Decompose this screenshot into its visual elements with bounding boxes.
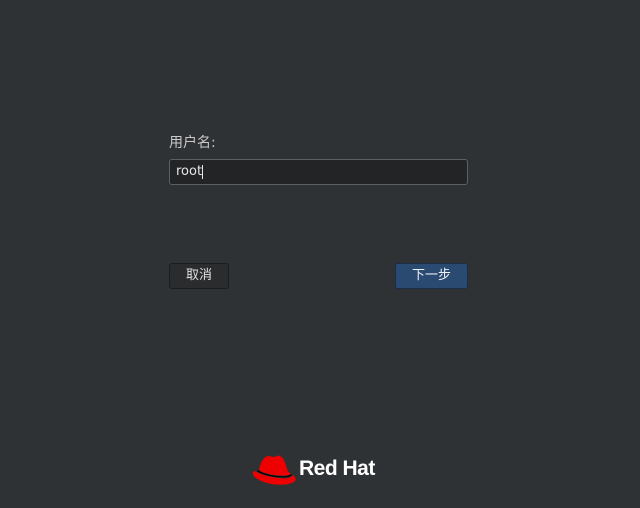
username-label: 用户名: [169,135,216,151]
action-buttons: 取消 下一步 [169,263,468,289]
brand-name: Red Hat [299,457,375,480]
text-cursor [202,164,204,179]
redhat-fedora-icon [252,455,296,485]
username-text: root [176,164,203,179]
redhat-branding: Red Hat [251,452,391,492]
username-value: root [176,160,204,184]
next-button[interactable]: 下一步 [395,263,468,289]
username-input[interactable]: root [169,159,468,185]
login-form: 用户名: root [169,132,468,185]
cancel-button[interactable]: 取消 [169,263,229,289]
